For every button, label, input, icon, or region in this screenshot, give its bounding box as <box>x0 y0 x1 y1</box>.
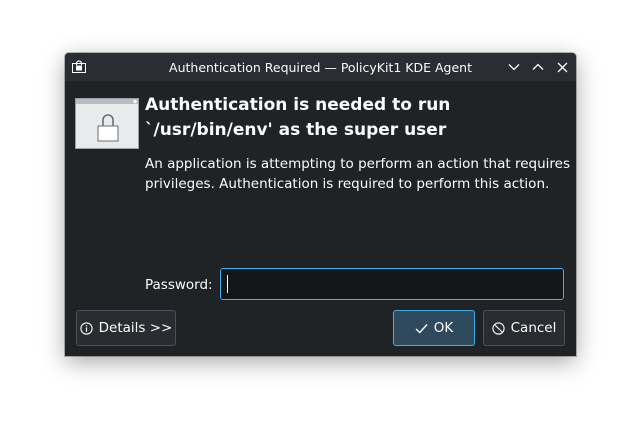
cancel-button-label: Cancel <box>510 320 557 336</box>
auth-dialog-window: Authentication Required — PolicyKit1 KDE… <box>65 53 576 356</box>
password-field[interactable] <box>220 268 564 300</box>
text-caret <box>227 275 228 293</box>
info-icon <box>79 321 93 335</box>
close-button[interactable] <box>554 59 570 75</box>
checkmark-icon <box>415 323 428 333</box>
dialog-heading: Authentication is needed to run `/usr/bi… <box>145 95 451 140</box>
maximize-button[interactable] <box>530 59 546 75</box>
cancel-icon <box>491 321 505 335</box>
title-bar[interactable]: Authentication Required — PolicyKit1 KDE… <box>65 53 576 81</box>
ok-button-label: OK <box>433 320 454 336</box>
chevron-up-icon <box>532 63 544 70</box>
close-icon <box>557 62 567 72</box>
minimize-button[interactable] <box>506 59 522 75</box>
chevron-down-icon <box>508 64 520 71</box>
window-title: Authentication Required — PolicyKit1 KDE… <box>169 60 472 75</box>
details-button-label: Details >> <box>98 320 173 336</box>
dialog-description: An application is attempting to perform … <box>145 156 570 192</box>
lock-icon <box>75 98 139 149</box>
ok-button[interactable]: OK <box>393 310 475 346</box>
cancel-button[interactable]: Cancel <box>483 310 565 346</box>
details-button[interactable]: Details >> <box>76 310 176 346</box>
password-label: Password: <box>145 277 213 293</box>
